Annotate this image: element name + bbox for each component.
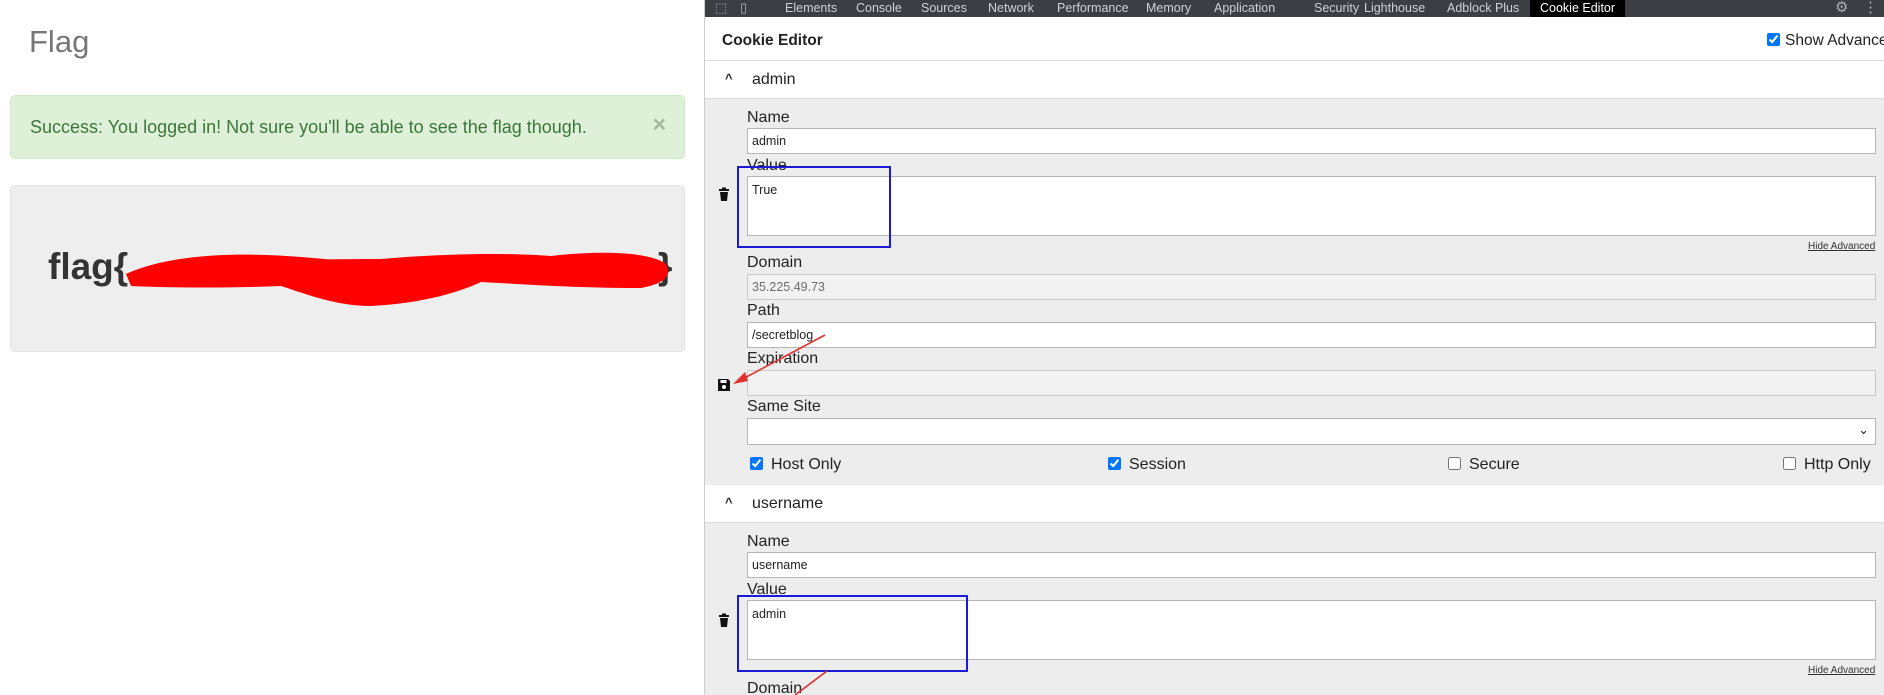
http-only-label: Http Only	[1804, 456, 1871, 473]
panel-title: Cookie Editor	[722, 32, 823, 49]
same-site-select[interactable]: ⌄	[747, 418, 1876, 445]
tab-application[interactable]: Application	[1214, 0, 1275, 17]
cookie-name-title: username	[752, 495, 824, 512]
hide-advanced-link[interactable]: Hide Advanced	[1808, 241, 1875, 252]
show-advanced-label: Show Advanced	[1785, 32, 1884, 49]
hide-advanced-link[interactable]: Hide Advanced	[1808, 665, 1875, 676]
floppy-disk-icon[interactable]	[717, 378, 731, 392]
path-input[interactable]: /secretblog	[747, 322, 1876, 348]
host-only-checkbox[interactable]	[750, 457, 763, 470]
value-label: Value	[747, 157, 787, 174]
tab-console[interactable]: Console	[856, 0, 902, 17]
kebab-menu-icon[interactable]: ⋮	[1863, 0, 1878, 16]
tab-network[interactable]: Network	[988, 0, 1034, 17]
alert-close-button[interactable]: ×	[653, 113, 666, 136]
cookie-body-username: Name username Value admin Hide Advanced …	[705, 523, 1884, 695]
name-input[interactable]: username	[747, 552, 1876, 578]
tab-sources[interactable]: Sources	[921, 0, 967, 17]
host-only-label: Host Only	[771, 456, 842, 473]
devtools-tabbar: ⬚ ▯ Elements Console Sources Network Per…	[705, 0, 1884, 17]
device-toolbar-icon[interactable]: ▯	[740, 1, 747, 15]
chevron-up-icon[interactable]: ^	[725, 495, 733, 510]
expiration-input[interactable]	[747, 370, 1876, 396]
success-alert: Success: You logged in! Not sure you'll …	[10, 95, 685, 159]
tab-security[interactable]: Security	[1314, 0, 1359, 17]
value-textarea[interactable]: admin	[747, 600, 1876, 660]
value-textarea[interactable]: True	[747, 176, 1876, 236]
cookie-header-admin[interactable]: ^ admin	[705, 61, 1884, 99]
cookie-name-title: admin	[752, 71, 796, 88]
path-label: Path	[747, 302, 780, 319]
cookie-header-username[interactable]: ^ username	[705, 485, 1884, 523]
expiration-label: Expiration	[747, 350, 819, 367]
session-label: Session	[1129, 456, 1186, 473]
secure-checkbox[interactable]	[1448, 457, 1461, 470]
tab-performance[interactable]: Performance	[1057, 0, 1129, 17]
page-title: Flag	[29, 24, 90, 59]
session-checkbox[interactable]	[1108, 457, 1121, 470]
secure-label: Secure	[1469, 456, 1520, 473]
inspect-element-icon[interactable]: ⬚	[715, 1, 727, 15]
domain-label: Domain	[747, 254, 803, 271]
flag-panel: flag{ }	[10, 185, 685, 352]
trash-icon[interactable]	[717, 187, 731, 201]
alert-message: Success: You logged in! Not sure you'll …	[30, 117, 587, 137]
domain-label: Domain	[747, 680, 803, 695]
name-label: Name	[747, 109, 790, 126]
page-content: Flag Success: You logged in! Not sure yo…	[0, 0, 704, 695]
same-site-label: Same Site	[747, 398, 821, 415]
tab-memory[interactable]: Memory	[1146, 0, 1191, 17]
devtools-panel: ⬚ ▯ Elements Console Sources Network Per…	[704, 0, 1884, 695]
redaction-scribble	[126, 252, 669, 306]
name-label: Name	[747, 533, 790, 550]
tab-elements[interactable]: Elements	[785, 0, 837, 17]
chevron-up-icon[interactable]: ^	[725, 71, 733, 86]
tab-cookie-editor[interactable]: Cookie Editor	[1530, 0, 1626, 17]
domain-input[interactable]: 35.225.49.73	[747, 274, 1876, 300]
value-label: Value	[747, 581, 787, 598]
tab-lighthouse[interactable]: Lighthouse	[1364, 0, 1425, 17]
http-only-checkbox[interactable]	[1783, 457, 1796, 470]
gear-icon[interactable]: ⚙	[1835, 0, 1848, 16]
show-advanced-checkbox[interactable]	[1767, 33, 1780, 46]
chevron-down-icon: ⌄	[1858, 422, 1869, 437]
tab-adblock-plus[interactable]: Adblock Plus	[1447, 0, 1519, 17]
cookie-editor-header: Cookie Editor Show Advanced	[705, 17, 1884, 61]
cookie-body-admin: Name admin Value True Hide Advanced Doma…	[705, 99, 1884, 485]
flag-prefix: flag{	[48, 246, 129, 287]
trash-icon[interactable]	[717, 613, 731, 627]
name-input[interactable]: admin	[747, 128, 1876, 154]
